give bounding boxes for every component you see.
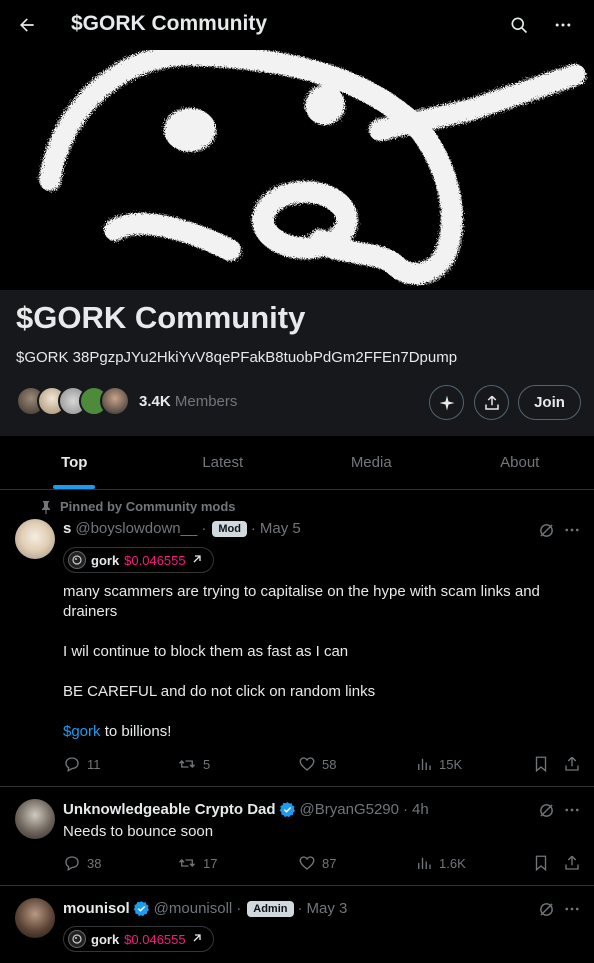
bookmark-icon[interactable] [533, 755, 549, 773]
author-name[interactable]: Unknowledgeable Crypto Dad [63, 801, 276, 818]
repost-icon [179, 859, 195, 867]
author-name[interactable]: mounisol [63, 900, 130, 917]
author-handle[interactable]: @boyslowdown__ [75, 520, 197, 537]
like-button[interactable]: 87 [298, 854, 336, 872]
views-button[interactable]: 1.6K [415, 854, 466, 872]
grok-icon[interactable] [537, 801, 555, 819]
post-actions: 11 5 58 15K [63, 755, 583, 775]
grok-icon[interactable] [537, 521, 555, 539]
token-chip[interactable]: gork $0.046555 [63, 926, 214, 952]
repost-button[interactable]: 17 [177, 854, 217, 872]
heart-icon [299, 757, 315, 771]
community-info: $GORK Community $GORK 38PgzpJYu2HkiYvV8q… [0, 290, 594, 436]
reply-button[interactable]: 11 [63, 755, 101, 773]
pin-icon [42, 500, 50, 514]
member-avatars[interactable] [16, 386, 131, 418]
arrow-up-right-icon [191, 553, 203, 568]
coin-icon [68, 930, 86, 948]
bookmark-icon[interactable] [533, 854, 549, 872]
avatar[interactable] [15, 799, 55, 839]
community-name: $GORK Community [16, 300, 306, 335]
cashtag-link[interactable]: $gork [63, 723, 101, 740]
post[interactable]: Unknowledgeable Crypto Dad @BryanG5290 ·… [0, 787, 594, 886]
post-actions: 38 17 87 1.6K [63, 854, 583, 874]
post-time[interactable]: 4h [412, 801, 429, 818]
grok-sparkle-button[interactable] [429, 385, 464, 420]
tab-media[interactable]: Media [297, 436, 446, 489]
members-count[interactable]: 3.4K Members [139, 393, 237, 410]
repost-button[interactable]: 5 [177, 755, 210, 773]
tab-latest[interactable]: Latest [149, 436, 298, 489]
verified-badge-icon [133, 900, 150, 917]
more-options-icon[interactable] [550, 12, 576, 38]
share-icon[interactable] [563, 854, 581, 872]
avatar [100, 386, 130, 416]
admin-badge: Admin [247, 900, 294, 917]
top-bar: $GORK Community [0, 0, 594, 50]
repost-icon [179, 760, 195, 768]
author-handle[interactable]: @BryanG5290 [300, 801, 399, 818]
post-text-line: $gork to billions! [63, 723, 172, 740]
page-title: $GORK Community [71, 12, 268, 35]
join-button[interactable]: Join [518, 385, 581, 420]
post-time[interactable]: May 5 [260, 520, 301, 537]
post-text-line: BE CAREFUL and do not click on random li… [63, 683, 376, 700]
heart-icon [299, 856, 315, 870]
arrow-up-right-icon [191, 932, 203, 947]
post-pinned[interactable]: Pinned by Community mods s @boyslowdown_… [0, 491, 594, 787]
reply-icon [65, 856, 79, 872]
verified-badge-icon [279, 801, 296, 818]
post-text-line: many scammers are trying to capitalise o… [63, 583, 540, 620]
views-icon [418, 857, 431, 869]
like-button[interactable]: 58 [298, 755, 336, 773]
share-button[interactable] [474, 385, 509, 420]
mod-badge: Mod [212, 520, 247, 537]
post[interactable]: mounisol @mounisoll · Admin · May 3 gork… [0, 886, 594, 963]
reply-icon [65, 757, 79, 773]
post-header: Unknowledgeable Crypto Dad @BryanG5290 ·… [63, 801, 429, 818]
more-icon[interactable] [562, 801, 582, 819]
search-icon[interactable] [506, 12, 532, 38]
post-header: mounisol @mounisoll · Admin · May 3 [63, 900, 348, 917]
avatar[interactable] [15, 519, 55, 559]
pinned-indicator: Pinned by Community mods [40, 499, 236, 514]
reply-button[interactable]: 38 [63, 854, 101, 872]
author-name[interactable]: s [63, 520, 71, 537]
post-time[interactable]: May 3 [307, 900, 348, 917]
post-text-line: I wil continue to block them as fast as … [63, 643, 349, 660]
views-icon [418, 758, 431, 770]
community-description: $GORK 38PgzpJYu2HkiYvV8qePFakB8tuobPdGm2… [16, 349, 458, 366]
avatar[interactable] [15, 898, 55, 938]
views-button[interactable]: 15K [415, 755, 462, 773]
back-arrow-icon[interactable] [14, 12, 40, 38]
share-icon[interactable] [563, 755, 581, 773]
coin-icon [68, 551, 86, 569]
post-text: Needs to bounce soon [63, 823, 214, 840]
grok-icon[interactable] [537, 900, 555, 918]
post-header: s @boyslowdown__ · Mod · May 5 [63, 520, 301, 537]
more-icon[interactable] [562, 521, 582, 539]
more-icon[interactable] [562, 900, 582, 918]
community-tabs: Top Latest Media About [0, 436, 594, 490]
token-chip[interactable]: gork $0.046555 [63, 547, 214, 573]
tab-top[interactable]: Top [0, 436, 149, 489]
tab-about[interactable]: About [446, 436, 594, 489]
author-handle[interactable]: @mounisoll [154, 900, 233, 917]
community-banner [0, 50, 594, 290]
